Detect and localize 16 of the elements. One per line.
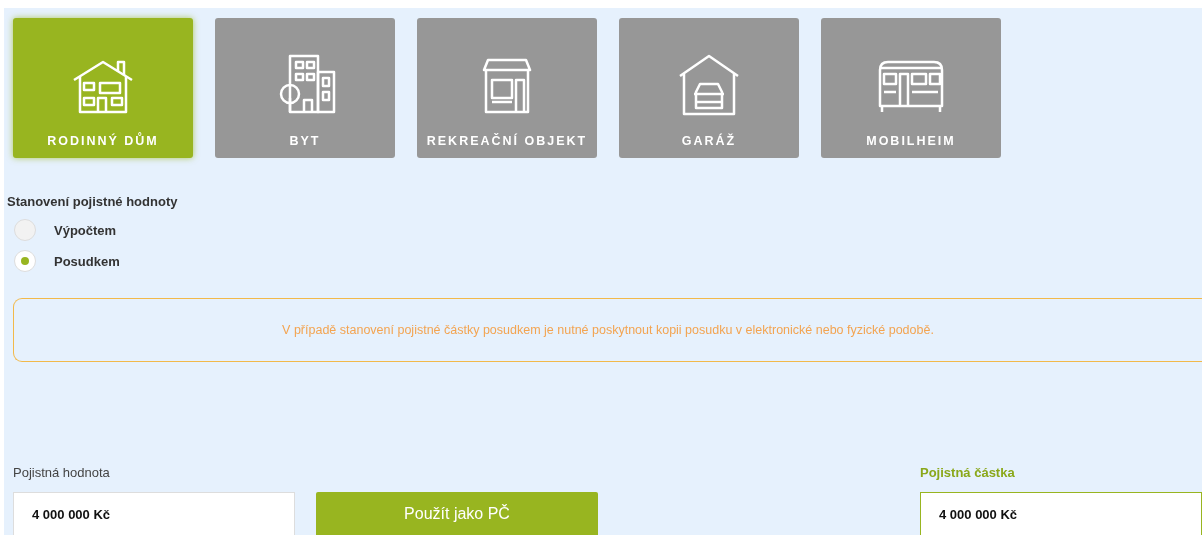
field-label: Pojistná částka [920,465,1016,480]
property-type-card[interactable]: BYT [215,18,395,158]
input-field[interactable]: 4 000 000 Kč [920,492,1202,535]
notice-text: V případě stanovení pojistné částky posudkem je nutné poskytnout kopii posudku v elektronické nebo fyzické podobě. [282,323,934,337]
radio-label: Posudkem [54,253,120,269]
property-type-card[interactable]: MOBILHEIM [821,18,1001,158]
property-type-card[interactable]: REKREAČNÍ OBJEKT [417,18,597,158]
property-type-card[interactable]: RODINNÝ DŮM [13,18,193,158]
radio-label: Výpočtem [54,222,117,238]
radio-button[interactable] [14,250,36,272]
property-type-card[interactable]: GARÁŽ [619,18,799,158]
radio-button[interactable] [14,219,36,241]
field-label: Pojistná hodnota [13,465,111,480]
use-as-amount-button[interactable]: Použít jako PČ [316,492,598,535]
input-field[interactable]: 4 000 000 Kč [13,492,295,535]
section-title: Stanovení pojistné hodnoty [7,194,179,209]
